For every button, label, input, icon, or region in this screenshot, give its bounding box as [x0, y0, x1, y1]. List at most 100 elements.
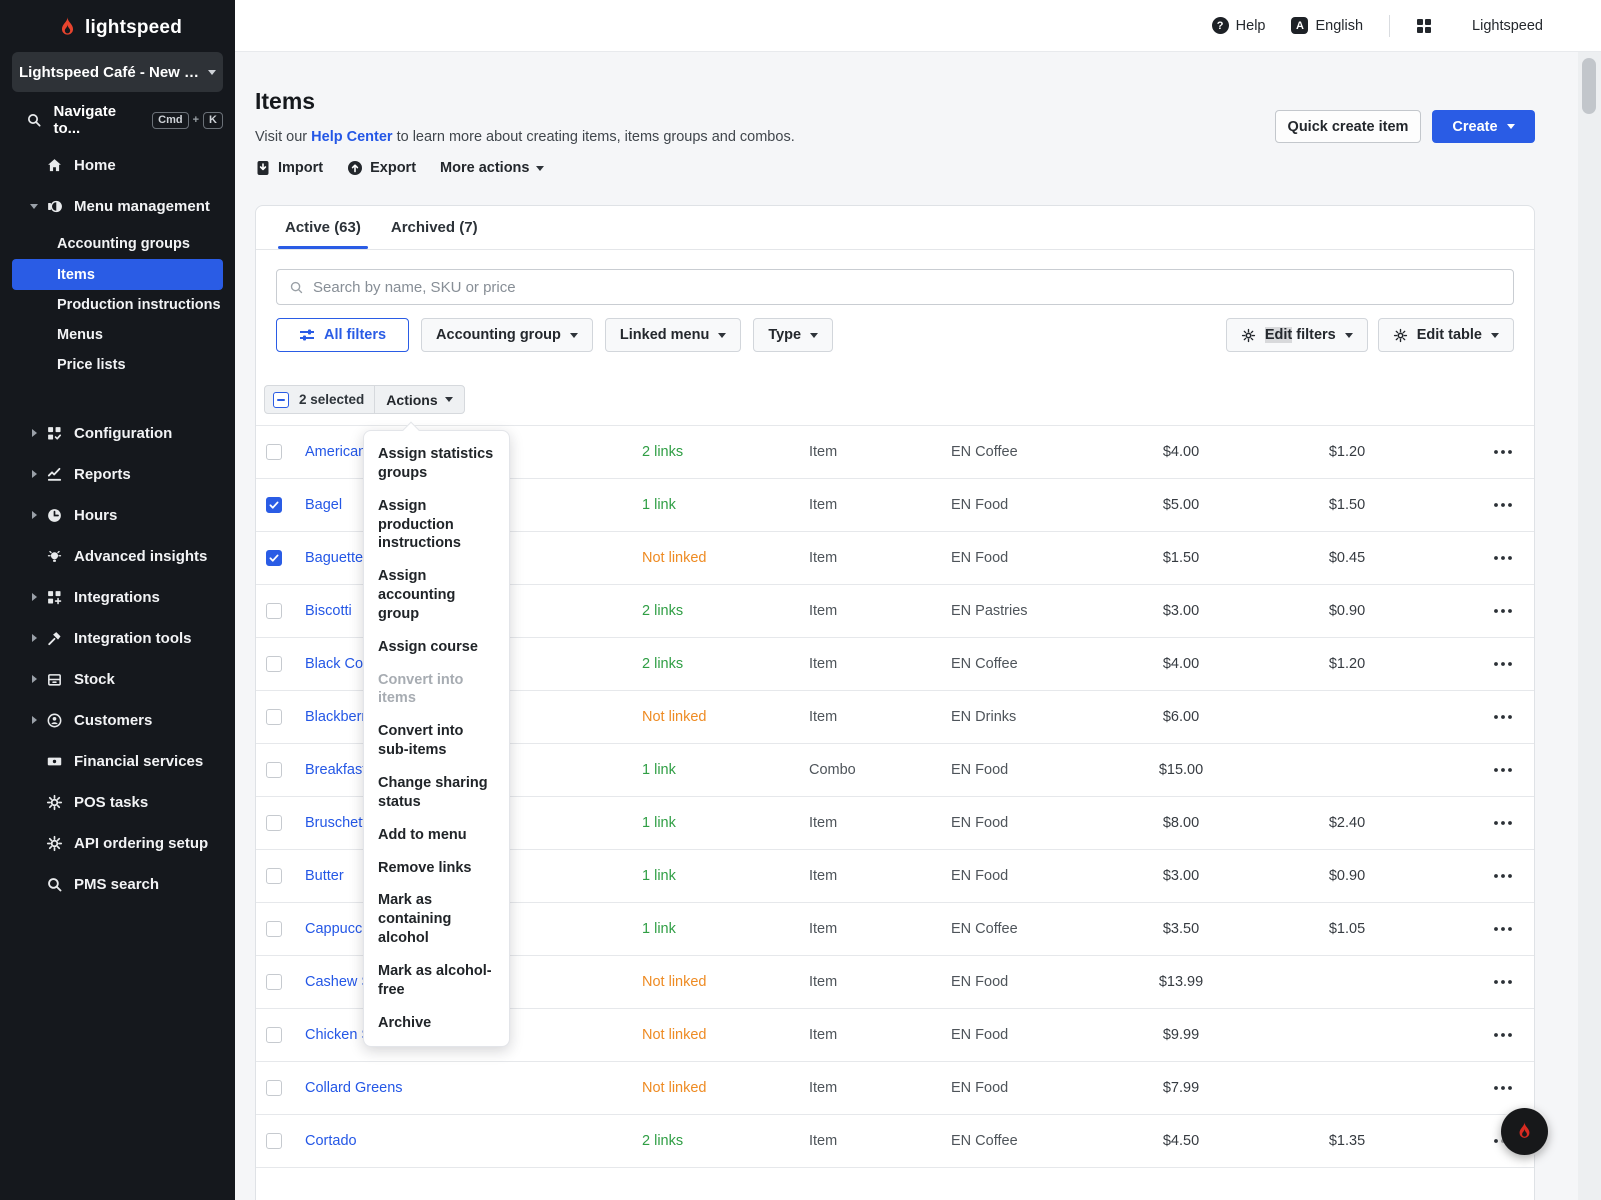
tab-active[interactable]: Active (63) — [270, 206, 376, 249]
row-checkbox[interactable] — [266, 550, 282, 566]
edit-table-button[interactable]: Edit table — [1378, 318, 1514, 352]
row-actions-button[interactable] — [1494, 503, 1534, 507]
row-checkbox[interactable] — [266, 1133, 282, 1149]
actions-menu-item[interactable]: Change sharing status — [364, 767, 509, 819]
sidebar-item-advanced-insights[interactable]: Advanced insights — [0, 541, 235, 571]
account-menu[interactable]: Lightspeed — [1416, 18, 1543, 34]
row-actions-button[interactable] — [1494, 1086, 1534, 1090]
item-name-link[interactable]: Butter — [305, 868, 344, 884]
actions-dropdown-button[interactable]: Actions — [374, 386, 463, 413]
row-actions-button[interactable] — [1494, 715, 1534, 719]
item-name-link[interactable]: Cortado — [305, 1133, 357, 1149]
row-actions-button[interactable] — [1494, 609, 1534, 613]
row-actions-button[interactable] — [1494, 450, 1534, 454]
navigate-to-search[interactable]: Navigate to... Cmd + K — [12, 108, 223, 132]
export-button[interactable]: Export — [347, 160, 416, 176]
actions-menu-item[interactable]: Assign production instructions — [364, 490, 509, 561]
row-checkbox[interactable] — [266, 497, 282, 513]
chevron-down-icon — [536, 166, 544, 171]
row-checkbox[interactable] — [266, 868, 282, 884]
help-button[interactable]: ? Help — [1212, 17, 1266, 34]
actions-menu-item[interactable]: Add to menu — [364, 819, 509, 852]
actions-menu-item[interactable]: Archive — [364, 1007, 509, 1040]
row-actions-button[interactable] — [1494, 768, 1534, 772]
sidebar-item-reports[interactable]: Reports — [0, 459, 235, 489]
sidebar-item-configuration[interactable]: Configuration — [0, 418, 235, 448]
accounting-group-filter[interactable]: Accounting group — [421, 318, 593, 352]
edit-filters-button[interactable]: Editfilters — [1226, 318, 1368, 352]
language-button[interactable]: A English — [1291, 17, 1363, 34]
accounting-group: EN Food — [951, 497, 1106, 513]
item-name-link[interactable]: Biscotti — [305, 603, 352, 619]
item-name-link[interactable]: Collard Greens — [305, 1080, 403, 1096]
sidebar-item-integrations[interactable]: Integrations — [0, 582, 235, 612]
row-checkbox[interactable] — [266, 603, 282, 619]
actions-menu-item[interactable]: Mark as alcohol-free — [364, 955, 509, 1007]
sidebar-item-integration-tools[interactable]: Integration tools — [0, 623, 235, 653]
tabs: Active (63) Archived (7) — [256, 206, 1534, 250]
help-icon: ? — [1212, 17, 1229, 34]
sidebar-item-hours[interactable]: Hours — [0, 500, 235, 530]
all-filters-button[interactable]: All filters — [276, 318, 409, 352]
type-filter[interactable]: Type — [753, 318, 833, 352]
scrollbar-track[interactable] — [1578, 52, 1601, 1200]
sidebar-item-production-instructions[interactable]: Production instructions — [12, 290, 223, 320]
kbd-k: K — [203, 112, 223, 129]
row-checkbox[interactable] — [266, 444, 282, 460]
item-name-link[interactable]: Bagel — [305, 497, 342, 513]
tab-archived[interactable]: Archived (7) — [376, 206, 493, 249]
sidebar-item-menu-management[interactable]: Menu management — [0, 191, 235, 221]
row-checkbox[interactable] — [266, 762, 282, 778]
item-type: Item — [809, 1027, 951, 1043]
item-name-link[interactable]: Breakfast — [305, 762, 366, 778]
row-checkbox[interactable] — [266, 921, 282, 937]
actions-menu-item[interactable]: Assign statistics groups — [364, 438, 509, 490]
row-checkbox[interactable] — [266, 656, 282, 672]
row-actions-button[interactable] — [1494, 662, 1534, 666]
sidebar-item-price-lists[interactable]: Price lists — [12, 350, 223, 380]
home-icon — [46, 157, 64, 174]
sidebar-item-financial-services[interactable]: Financial services — [0, 746, 235, 776]
more-actions-button[interactable]: More actions — [440, 160, 544, 176]
sidebar-item-home[interactable]: Home — [0, 150, 235, 180]
quick-create-item-button[interactable]: Quick create item — [1275, 110, 1421, 143]
row-actions-button[interactable] — [1494, 1033, 1534, 1037]
row-checkbox[interactable] — [266, 1027, 282, 1043]
row-actions-button[interactable] — [1494, 980, 1534, 984]
item-name-link[interactable]: Baguette — [305, 550, 363, 566]
lightspeed-assistant-fab[interactable] — [1501, 1108, 1548, 1155]
sidebar-item-pms-search[interactable]: PMS search — [0, 869, 235, 899]
help-center-link[interactable]: Help Center — [311, 129, 392, 145]
sidebar-item-menus[interactable]: Menus — [12, 320, 223, 350]
row-checkbox[interactable] — [266, 815, 282, 831]
actions-menu-item[interactable]: Assign course — [364, 631, 509, 664]
page-title: Items — [255, 88, 315, 115]
row-actions-button[interactable] — [1494, 821, 1534, 825]
scrollbar-thumb[interactable] — [1582, 58, 1596, 114]
actions-menu-item[interactable]: Convert into items — [364, 664, 509, 716]
actions-menu-item[interactable]: Convert into sub-items — [364, 715, 509, 767]
brand-logo: lightspeed — [0, 0, 235, 39]
sidebar-item-pos-tasks[interactable]: POS tasks — [0, 787, 235, 817]
sidebar-item-api-ordering-setup[interactable]: API ordering setup — [0, 828, 235, 858]
import-button[interactable]: Import — [255, 160, 323, 176]
sidebar-item-items[interactable]: Items — [12, 259, 223, 290]
sidebar-item-customers[interactable]: Customers — [0, 705, 235, 735]
search-bar[interactable] — [276, 269, 1514, 305]
row-actions-button[interactable] — [1494, 874, 1534, 878]
row-actions-button[interactable] — [1494, 556, 1534, 560]
row-checkbox[interactable] — [266, 709, 282, 725]
row-actions-button[interactable] — [1494, 927, 1534, 931]
sidebar-item-stock[interactable]: Stock — [0, 664, 235, 694]
linked-menu-filter[interactable]: Linked menu — [605, 318, 741, 352]
select-all-checkbox[interactable] — [273, 392, 289, 408]
sidebar-item-accounting-groups[interactable]: Accounting groups — [12, 229, 223, 259]
actions-menu-item[interactable]: Remove links — [364, 852, 509, 885]
create-button[interactable]: Create — [1432, 110, 1535, 143]
venue-selector[interactable]: Lightspeed Café - New … — [12, 52, 223, 92]
actions-menu-item[interactable]: Assign accounting group — [364, 560, 509, 631]
row-checkbox[interactable] — [266, 974, 282, 990]
search-input[interactable] — [313, 279, 1501, 296]
row-checkbox[interactable] — [266, 1080, 282, 1096]
actions-menu-item[interactable]: Mark as containing alcohol — [364, 884, 509, 955]
